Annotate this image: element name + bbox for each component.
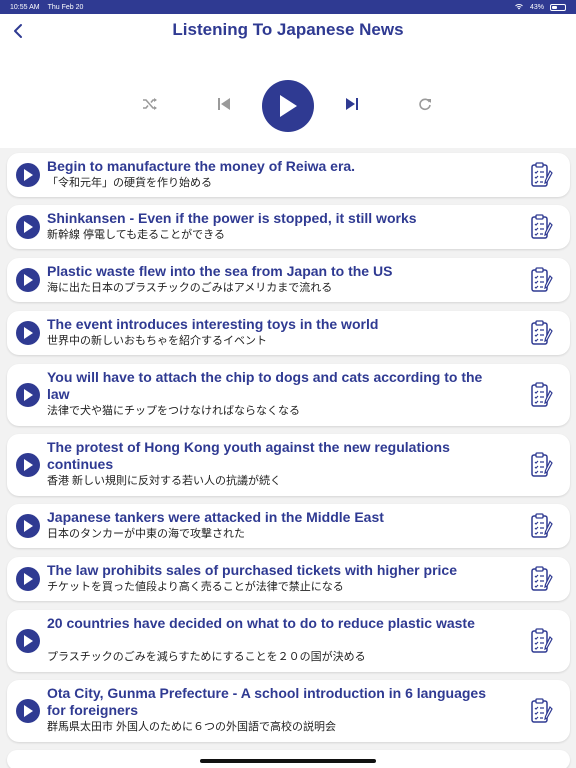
clipboard-icon [531,452,553,477]
clipboard-icon [531,628,553,653]
clipboard-icon [531,382,553,407]
clipboard-icon [531,162,553,187]
item-title-jp: 法律で犬や猫にチップをつけなければならなくなる [47,405,300,417]
item-title-en: Plastic waste flew into the sea from Jap… [47,263,393,279]
item-play-button[interactable] [16,629,40,653]
next-button[interactable] [342,94,362,114]
play-icon [24,520,33,532]
battery-icon [550,3,566,11]
play-icon [24,573,33,585]
item-play-button[interactable] [16,163,40,187]
play-icon [24,705,33,717]
shuffle-icon [143,98,157,110]
header: Listening To Japanese News [0,14,576,148]
item-title-jp: 世界中の新しいおもちゃを紹介するイベント [47,335,267,347]
battery-percent: 43% [529,3,544,11]
item-notes-button[interactable] [530,566,554,592]
item-notes-button[interactable] [530,162,554,188]
play-icon [24,389,33,401]
item-title-en: Ota City, Gunma Prefecture - A school in… [47,685,486,718]
item-notes-button[interactable] [530,320,554,346]
repeat-button[interactable] [415,94,435,114]
list-item[interactable]: The protest of Hong Kong youth against t… [7,434,570,496]
play-icon [24,221,33,233]
player-controls [0,80,576,132]
home-indicator[interactable] [200,759,376,763]
item-title-jp: 「令和元年」の硬貨を作り始める [47,177,212,189]
repeat-icon [419,98,431,111]
item-play-button[interactable] [16,321,40,345]
shuffle-button[interactable] [140,94,160,114]
list-item[interactable]: The law prohibits sales of purchased tic… [7,557,570,601]
list-item[interactable]: 20 countries have decided on what to do … [7,610,570,672]
item-title-jp: 香港 新しい規則に反対する若い人の抗議が続く [47,475,282,487]
wifi-icon [514,2,524,12]
item-play-button[interactable] [16,514,40,538]
clipboard-icon [531,267,553,292]
item-notes-button[interactable] [530,382,554,408]
play-icon [24,327,33,339]
list-item[interactable]: Plastic waste flew into the sea from Jap… [7,258,570,302]
item-title-jp: 新幹線 停電しても走ることができる [47,229,225,241]
item-title-jp: チケットを買った値段より高く売ることが法律で禁止になる [47,581,344,593]
play-button[interactable] [262,80,314,132]
play-icon [24,274,33,286]
status-time: 10:55 AM [10,3,40,11]
list-item[interactable]: Japanese tankers were attacked in the Mi… [7,504,570,548]
item-title-en: You will have to attach the chip to dogs… [47,369,483,402]
clipboard-icon [531,513,553,538]
item-title-en: The event introduces interesting toys in… [47,316,379,332]
skip-next-icon [346,98,358,110]
item-title-en: Begin to manufacture the money of Reiwa … [47,158,356,174]
item-notes-button[interactable] [530,452,554,478]
item-notes-button[interactable] [530,698,554,724]
item-title-en: Japanese tankers were attacked in the Mi… [47,509,384,525]
play-icon [280,95,297,117]
item-play-button[interactable] [16,268,40,292]
item-notes-button[interactable] [530,628,554,654]
battery-fill [552,5,558,9]
item-title-en: 20 countries have decided on what to do … [47,615,475,631]
list-item[interactable]: Ota City, Gunma Prefecture - A school in… [7,680,570,742]
previous-button[interactable] [214,94,234,114]
clipboard-icon [531,320,553,345]
item-title-jp: 日本のタンカーが中東の海で攻撃された [47,528,245,540]
item-title-en: The law prohibits sales of purchased tic… [47,562,457,578]
status-date: Thu Feb 20 [47,3,84,11]
clipboard-icon [531,214,553,239]
item-title-jp: プラスチックのごみを減らすためにすることを２０の国が決める [47,651,366,663]
item-notes-button[interactable] [530,214,554,240]
item-notes-button[interactable] [530,513,554,539]
item-play-button[interactable] [16,699,40,723]
clipboard-icon [531,698,553,723]
item-play-button[interactable] [16,453,40,477]
play-icon [24,169,33,181]
item-title-jp: 群馬県太田市 外国人のために６つの外国語で高校の説明会 [47,721,337,733]
item-title-en: Shinkansen - Even if the power is stoppe… [47,210,417,226]
status-bar: 10:55 AM Thu Feb 20 43% [0,0,576,14]
item-play-button[interactable] [16,383,40,407]
page-title: Listening To Japanese News [172,20,404,39]
play-icon [24,459,33,471]
list-item[interactable]: Shinkansen - Even if the power is stoppe… [7,205,570,249]
play-icon [24,635,33,647]
clipboard-icon [531,566,553,591]
item-play-button[interactable] [16,567,40,591]
list-item[interactable]: Begin to manufacture the money of Reiwa … [7,153,570,197]
skip-previous-icon [218,98,230,110]
item-play-button[interactable] [16,215,40,239]
list-item[interactable]: You will have to attach the chip to dogs… [7,364,570,426]
item-title-en: The protest of Hong Kong youth against t… [47,439,450,472]
list-item[interactable]: The event introduces interesting toys in… [7,311,570,355]
item-notes-button[interactable] [530,267,554,293]
item-title-jp: 海に出た日本のプラスチックのごみはアメリカまで流れる [47,282,333,294]
